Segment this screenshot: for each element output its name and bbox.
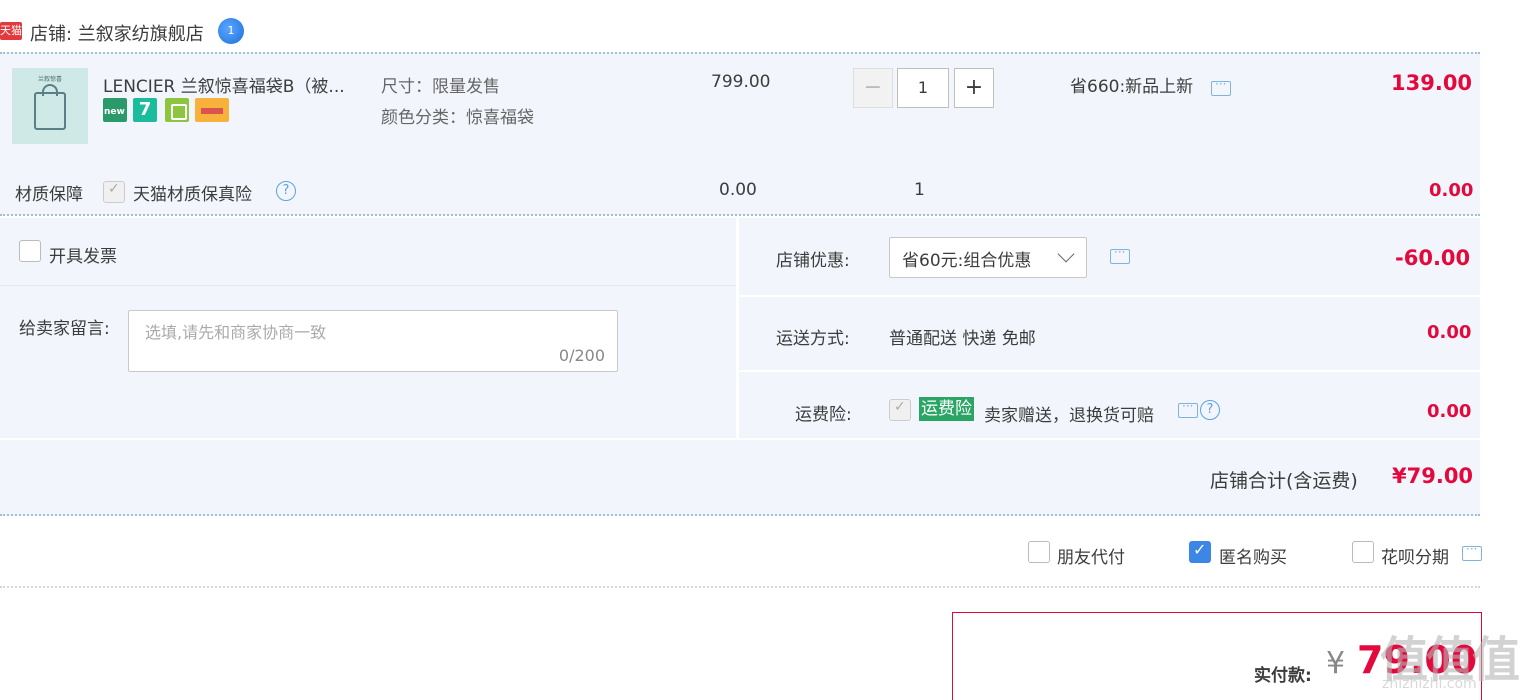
message-counter: 0/200 <box>558 346 605 365</box>
unit-price: 799.00 <box>711 72 771 92</box>
friend-pay-label: 朋友代付 <box>1057 548 1125 568</box>
product-title[interactable]: LENCIER 兰叙惊喜福袋B（被... <box>103 72 345 97</box>
guarantee-icon <box>165 98 189 122</box>
shipping-row <box>739 297 1480 370</box>
invoice-checkbox[interactable] <box>19 240 41 262</box>
message-placeholder: 选填,请先和商家协商一致 <box>145 323 327 342</box>
spec-size: 尺寸：限量发售 <box>381 77 500 97</box>
chevron-down-icon <box>1057 245 1075 263</box>
seller-message-input[interactable]: 选填,请先和商家协商一致 0/200 <box>128 310 618 372</box>
insurance-name: 天猫材质保真险 <box>133 185 252 205</box>
material-guarantee-label: 材质保障 <box>15 185 83 205</box>
friend-pay-checkbox[interactable] <box>1028 541 1050 563</box>
product-thumbnail[interactable]: 兰叙惊喜 <box>12 68 88 144</box>
shop-discount-select[interactable]: 省60元:组合优惠 <box>889 237 1087 278</box>
watermark-url: zhizhizhi.com <box>1382 676 1477 692</box>
freight-comment-icon[interactable] <box>1178 399 1198 418</box>
divider <box>0 214 1480 216</box>
insurance-subtotal: 0.00 <box>1429 180 1474 201</box>
message-label: 给卖家留言: <box>19 319 110 339</box>
shipping-method: 普通配送 快递 免邮 <box>889 329 1036 349</box>
freight-insurance-checkbox <box>889 399 911 421</box>
item-subtotal: 139.00 <box>1391 71 1473 95</box>
insurance-qty: 1 <box>914 180 925 200</box>
payment-currency: ¥ <box>1326 646 1346 681</box>
freight-insurance-amount: 0.00 <box>1427 401 1472 422</box>
shop-discount-amount: -60.00 <box>1395 246 1471 270</box>
freight-help-icon[interactable]: ? <box>1200 400 1220 420</box>
freight-insurance-text: 卖家赠送，退换货可赔 <box>984 406 1154 426</box>
insurance-help-icon[interactable]: ? <box>276 181 296 201</box>
divider <box>0 514 1480 516</box>
promo-comment-icon[interactable] <box>1211 77 1231 96</box>
shop-total-amount: ¥79.00 <box>1392 464 1474 488</box>
spec-color: 颜色分类：惊喜福袋 <box>381 108 534 128</box>
bag-icon <box>34 92 66 130</box>
insurance-checkbox <box>103 181 125 203</box>
huabei-label: 花呗分期 <box>1381 548 1449 568</box>
divider <box>0 586 1480 588</box>
quantity-input[interactable]: 1 <box>897 68 949 108</box>
shop-discount-label: 店铺优惠: <box>776 251 850 271</box>
thumbnail-brand-text: 兰叙惊喜 <box>37 76 62 83</box>
wangwang-chat-icon[interactable]: 1 <box>218 18 244 44</box>
shop-discount-value: 省60元:组合优惠 <box>902 251 1032 271</box>
invoice-label: 开具发票 <box>49 247 117 267</box>
payment-label: 实付款: <box>1254 666 1312 686</box>
shop-total-label: 店铺合计(含运费) <box>1210 470 1358 492</box>
insurance-price: 0.00 <box>719 180 757 200</box>
new-badge-icon <box>103 98 127 122</box>
divider <box>0 285 736 286</box>
freight-insurance-label: 运费险: <box>795 405 852 425</box>
shipping-label: 运送方式: <box>776 329 850 349</box>
huabei-checkbox[interactable] <box>1352 541 1374 563</box>
shipping-amount: 0.00 <box>1427 322 1472 343</box>
options-comment-icon[interactable] <box>1462 542 1482 561</box>
quantity-decrement-button[interactable]: − <box>853 68 893 108</box>
credit-card-icon <box>195 98 229 122</box>
tmall-icon: 天猫 <box>0 22 22 40</box>
freight-insurance-tag: 运费险 <box>919 397 974 421</box>
anonymous-label: 匿名购买 <box>1219 548 1287 568</box>
seven-day-return-icon: 7 <box>133 98 157 122</box>
shop-name[interactable]: 店铺: 兰叙家纺旗舰店 <box>30 20 204 46</box>
quantity-increment-button[interactable]: + <box>954 68 994 108</box>
item-promo: 省660:新品上新 <box>1070 77 1194 97</box>
discount-comment-icon[interactable] <box>1110 245 1130 264</box>
anonymous-checkbox[interactable] <box>1189 540 1211 563</box>
